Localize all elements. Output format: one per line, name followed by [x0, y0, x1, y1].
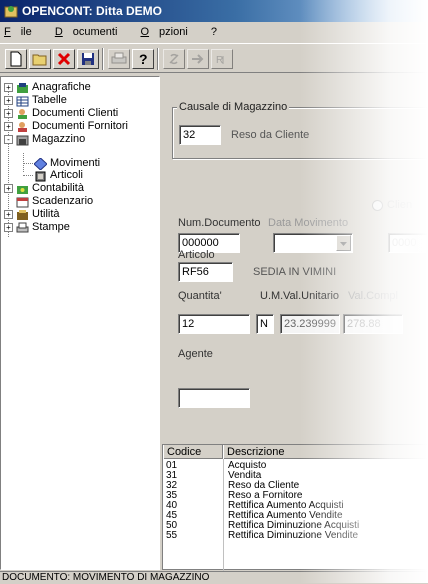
- print-button[interactable]: [108, 49, 130, 69]
- cliente-code-field[interactable]: 0000: [388, 233, 428, 253]
- new-button[interactable]: [5, 49, 27, 69]
- tree-connector: [23, 163, 33, 164]
- articolo-label: Articolo: [178, 249, 215, 261]
- causale-description: Reso da Cliente: [231, 129, 310, 141]
- tree-item-documenti-clienti[interactable]: + Documenti Clienti: [4, 107, 118, 120]
- expand-icon[interactable]: +: [4, 184, 13, 193]
- delete-icon: [57, 52, 71, 66]
- refresh-button[interactable]: [163, 49, 185, 69]
- val-compl-label: Val.Compl: [348, 290, 398, 302]
- tree-item-magazzino[interactable]: - Magazzino: [4, 133, 85, 146]
- movements-icon: [34, 157, 47, 170]
- report-icon: R: [216, 55, 224, 66]
- arrow-right-icon: [192, 54, 204, 64]
- cliente-radio[interactable]: [372, 200, 383, 211]
- tools-icon: [17, 209, 28, 220]
- printer-icon: [16, 222, 29, 232]
- report-button[interactable]: R: [211, 49, 233, 69]
- menu-bar: File Documenti Opzioni ?: [0, 22, 428, 42]
- causale-group-label: Causale di Magazzino: [177, 101, 290, 113]
- help-icon: ?: [139, 51, 148, 67]
- toolbar-separator: [102, 48, 104, 70]
- menu-help[interactable]: ?: [211, 26, 217, 38]
- expand-icon[interactable]: +: [4, 122, 13, 131]
- num-doc-label: Num.Documento: [178, 217, 261, 229]
- um-field[interactable]: N: [256, 314, 274, 334]
- causali-table: Codice Descrizione 01 Acquisto 31 Vendita …: [162, 444, 428, 571]
- next-button[interactable]: [187, 49, 209, 69]
- print-icon: [111, 52, 127, 64]
- tree-item-anagrafiche[interactable]: + Anagrafiche: [4, 81, 91, 94]
- quantita-field[interactable]: 12: [178, 314, 250, 334]
- menu-opzioni[interactable]: Opzioni: [140, 26, 197, 38]
- tree-item-stampe[interactable]: + Stampe: [4, 221, 70, 234]
- open-button[interactable]: [29, 49, 51, 69]
- column-header-descrizione[interactable]: Descrizione: [223, 445, 428, 459]
- expand-icon[interactable]: +: [4, 223, 13, 232]
- expand-icon[interactable]: +: [4, 109, 13, 118]
- causale-code-field[interactable]: 32: [179, 125, 221, 145]
- table-row[interactable]: 01 Acquisto: [163, 461, 428, 471]
- agente-field[interactable]: [178, 388, 250, 408]
- supplier-docs-icon: [18, 121, 27, 132]
- menu-file[interactable]: File: [4, 26, 42, 38]
- tree-item-utilita[interactable]: + Utilità: [4, 208, 60, 221]
- new-icon: [10, 51, 22, 67]
- val-unitario-label: Val.Unitario: [283, 290, 340, 302]
- delete-button[interactable]: [53, 49, 75, 69]
- quantita-label: Quantita': [178, 290, 222, 302]
- collapse-icon[interactable]: -: [4, 135, 13, 144]
- articolo-code-field[interactable]: RF56: [178, 262, 233, 282]
- cliente-radio-label: Clien: [387, 199, 413, 211]
- agente-label: Agente: [178, 348, 213, 360]
- title-bar[interactable]: OPENCONT: Ditta DEMO: [0, 0, 428, 22]
- refresh-icon: [169, 53, 179, 65]
- status-text: DOCUMENTO: MOVIMENTO DI MAGAZZINO: [2, 572, 210, 583]
- app-icon: [4, 6, 18, 18]
- status-bar: DOCUMENTO: MOVIMENTO DI MAGAZZINO: [0, 571, 428, 583]
- accounting-icon: [17, 185, 28, 194]
- table-icon: [16, 96, 29, 106]
- svg-text:?: ?: [139, 51, 148, 67]
- expand-icon[interactable]: +: [4, 96, 13, 105]
- um-label: U.M.: [260, 290, 284, 302]
- data-mov-label: Data Movimento: [268, 217, 349, 229]
- save-icon: [82, 53, 94, 65]
- toolbar: ? R: [0, 43, 428, 73]
- tree-connector: [23, 175, 33, 176]
- folder-users-icon: [17, 82, 28, 93]
- svg-text:R: R: [216, 55, 223, 66]
- navigation-tree: + Anagrafiche + Tabelle + Documenti Clienti…: [0, 76, 160, 570]
- warehouse-icon: [16, 135, 29, 145]
- window-title: OPENCONT: Ditta DEMO: [22, 4, 163, 18]
- articolo-description: SEDIA IN VIMINI: [253, 266, 337, 278]
- val-compl-field[interactable]: 278.88: [343, 314, 403, 334]
- tree-item-tabelle[interactable]: + Tabelle: [4, 94, 67, 107]
- tree-item-scadenzario[interactable]: Scadenzario: [16, 195, 93, 208]
- app-window: OPENCONT: Ditta DEMO File Documenti Opzi…: [0, 0, 428, 583]
- expand-icon[interactable]: +: [4, 210, 13, 219]
- save-button[interactable]: [77, 49, 99, 69]
- tree-item-articoli[interactable]: Articoli: [34, 169, 83, 182]
- toolbar-separator: [157, 48, 159, 70]
- tree-item-documenti-fornitori[interactable]: + Documenti Fornitori: [4, 120, 128, 133]
- tree-item-contabilita[interactable]: + Contabilità: [4, 182, 84, 195]
- table-header: Codice Descrizione: [163, 445, 428, 459]
- table-row[interactable]: 55 Rettifica Diminuzione Vendite: [163, 531, 428, 541]
- column-header-codice[interactable]: Codice: [163, 445, 223, 459]
- expand-icon[interactable]: +: [4, 83, 13, 92]
- menu-documenti[interactable]: Documenti: [55, 26, 128, 38]
- val-unitario-field[interactable]: 23.239999: [280, 314, 340, 334]
- customer-docs-icon: [18, 108, 27, 119]
- calendar-icon: [16, 197, 29, 207]
- chevron-down-icon: [340, 242, 347, 246]
- date-dropdown-button[interactable]: [336, 235, 351, 251]
- articles-icon: [35, 171, 46, 181]
- help-button[interactable]: ?: [132, 49, 154, 69]
- open-icon: [32, 54, 47, 66]
